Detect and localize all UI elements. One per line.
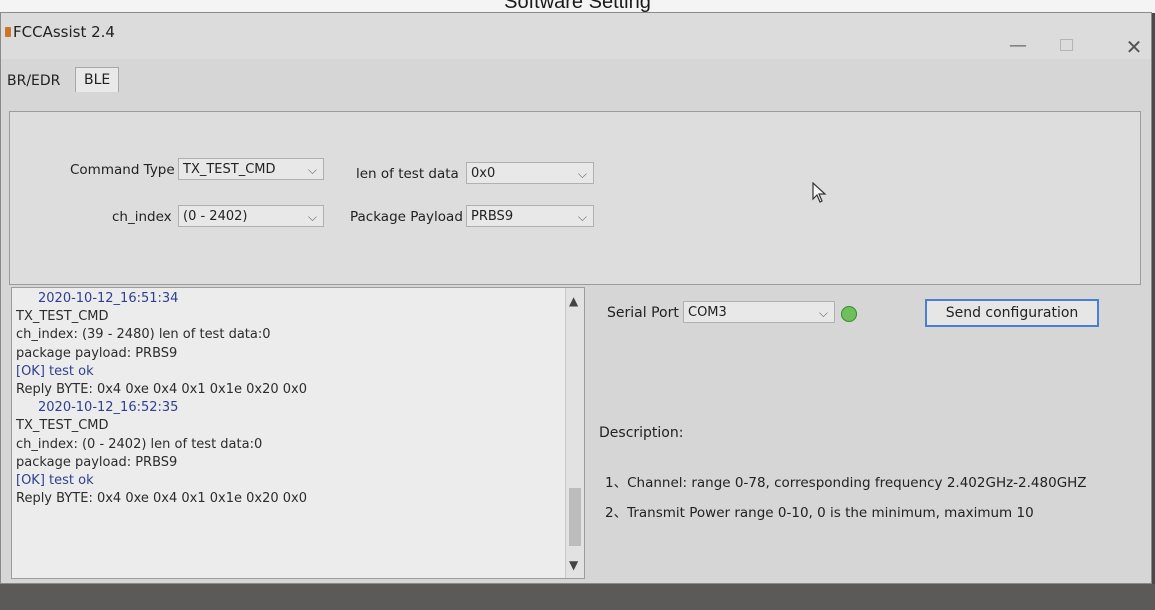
chevron-down-icon: ⌵ [818,306,828,320]
log-line: TX_TEST_CMD [16,418,109,434]
package-payload-label: Package Payload [350,209,463,225]
ch-index-select[interactable]: (0 - 2402) ⌵ [178,205,324,227]
minimize-button[interactable]: — [1005,37,1031,55]
serial-port-select[interactable]: COM3 ⌵ [683,301,835,323]
log-scrollbar[interactable]: ▲ ▼ [565,288,584,578]
log-line: ch_index: (39 - 2480) len of test data:0 [16,327,271,343]
ch-index-value: (0 - 2402) [183,209,248,224]
chevron-down-icon: ⌵ [577,167,587,181]
tab-bar: BR/EDR BLE [1,65,1151,92]
log-line: Reply BYTE: 0x4 0xe 0x4 0x1 0x1e 0x20 0x… [16,382,307,398]
chevron-down-icon: ⌵ [307,210,317,224]
package-payload-select[interactable]: PRBS9 ⌵ [466,205,594,227]
serial-port-label: Serial Port [607,305,679,321]
description-item-transmit-power: 2、Transmit Power range 0-10, 0 is the mi… [605,505,1034,521]
description-item-channel: 1、Channel: range 0-78, corresponding fre… [605,475,1087,491]
desk-background [0,584,1155,610]
close-button[interactable]: ✕ [1121,37,1147,57]
send-configuration-button[interactable]: Send configuration [925,299,1099,327]
log-lines: 2020-10-12_16:51:34 TX_TEST_CMD ch_index: … [16,290,556,508]
len-test-data-value: 0x0 [471,166,496,181]
serial-port-value: COM3 [688,305,727,320]
log-line: [OK] test ok [16,473,94,489]
app-window: FCCAssist 2.4 — ✕ BR/EDR BLE Command Typ… [0,12,1152,584]
len-test-data-label: len of test data [356,166,459,182]
description-title: Description: [599,425,684,441]
mouse-cursor-icon [812,182,827,203]
command-type-value: TX_TEST_CMD [183,162,276,177]
chevron-down-icon: ⌵ [307,163,317,177]
log-line: TX_TEST_CMD [16,309,109,325]
log-line: Reply BYTE: 0x4 0xe 0x4 0x1 0x1e 0x20 0x… [16,491,307,507]
ch-index-label: ch_index [112,209,172,225]
connection-status-icon [841,306,857,322]
chevron-up-icon[interactable]: ▲ [569,294,578,308]
log-line: package payload: PRBS9 [16,454,178,470]
control-panel: Serial Port COM3 ⌵ Send configuration De… [591,287,1151,577]
tab-ble[interactable]: BLE [75,67,120,92]
log-line: 2020-10-12_16:52:35 [38,400,179,416]
app-icon [5,27,11,37]
title-bar: FCCAssist 2.4 — ✕ [1,13,1151,59]
log-line: ch_index: (0 - 2402) len of test data:0 [16,436,263,452]
log-line: [OK] test ok [16,363,94,379]
command-type-select[interactable]: TX_TEST_CMD ⌵ [178,158,324,180]
command-type-label: Command Type [70,162,175,178]
log-output[interactable]: 2020-10-12_16:51:34 TX_TEST_CMD ch_index: … [11,287,585,579]
package-payload-value: PRBS9 [471,209,514,224]
chevron-down-icon: ⌵ [577,210,587,224]
log-line: package payload: PRBS9 [16,345,178,361]
log-line: 2020-10-12_16:51:34 [38,291,179,306]
config-panel: Command Type TX_TEST_CMD ⌵ len of test d… [9,111,1141,285]
tab-br-edr[interactable]: BR/EDR [1,71,66,91]
len-test-data-select[interactable]: 0x0 ⌵ [466,162,594,184]
maximize-icon [1059,39,1073,51]
chevron-down-icon[interactable]: ▼ [569,558,578,572]
scroll-thumb[interactable] [569,488,581,546]
window-title: FCCAssist 2.4 [13,23,115,41]
maximize-button[interactable] [1053,37,1079,55]
